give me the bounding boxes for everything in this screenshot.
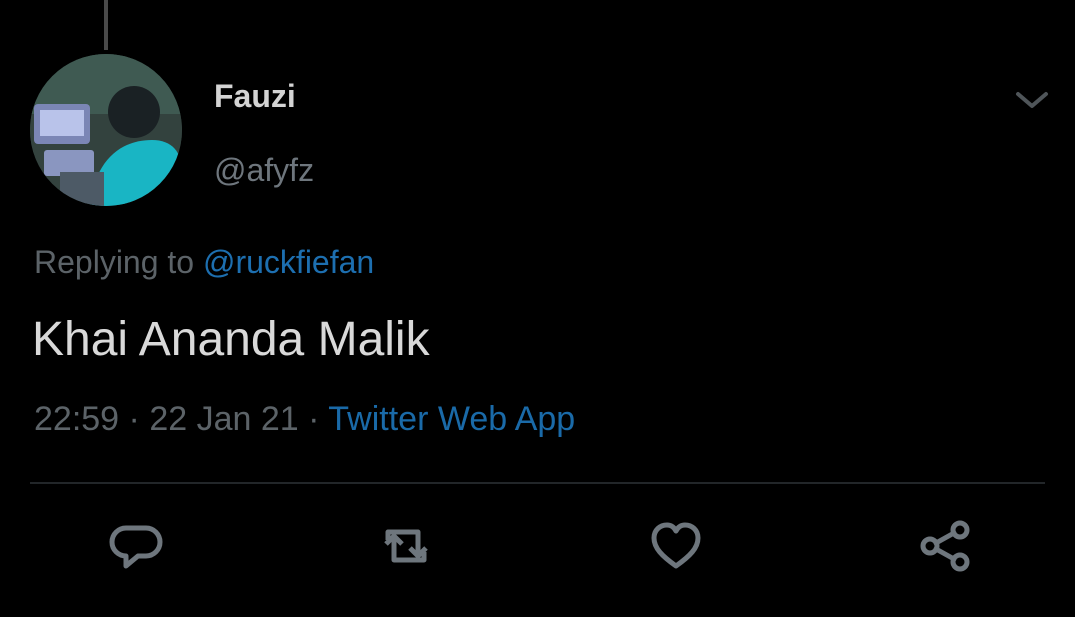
divider xyxy=(30,482,1045,484)
meta-separator: · xyxy=(298,400,329,438)
more-options-button[interactable] xyxy=(1008,84,1056,116)
share-button[interactable] xyxy=(914,514,978,578)
replying-to-label: Replying to xyxy=(34,244,203,280)
author-handle[interactable]: @afyfz xyxy=(214,152,314,189)
meta-separator: · xyxy=(119,400,150,438)
retweet-icon xyxy=(384,529,428,563)
replying-to-line: Replying to @ruckfiefan xyxy=(34,244,374,281)
tweet-date[interactable]: 22 Jan 21 xyxy=(149,400,298,438)
thread-connector-line xyxy=(104,0,108,50)
chevron-down-icon xyxy=(1016,92,1048,108)
reply-button[interactable] xyxy=(104,514,168,578)
tweet-time[interactable]: 22:59 xyxy=(34,400,119,438)
replying-to-mention-link[interactable]: @ruckfiefan xyxy=(203,244,374,280)
like-button[interactable] xyxy=(644,514,708,578)
tweet-meta: 22:59 · 22 Jan 21 · Twitter Web App xyxy=(34,400,575,439)
tweet-source-link[interactable]: Twitter Web App xyxy=(328,400,575,438)
tweet-text: Khai Ananda Malik xyxy=(32,313,430,366)
avatar[interactable] xyxy=(30,54,182,206)
author-display-name[interactable]: Fauzi xyxy=(214,78,296,115)
heart-icon xyxy=(651,522,701,569)
share-icon xyxy=(920,520,970,572)
retweet-button[interactable] xyxy=(374,514,438,578)
avatar-image xyxy=(30,54,182,206)
reply-icon xyxy=(109,525,163,569)
